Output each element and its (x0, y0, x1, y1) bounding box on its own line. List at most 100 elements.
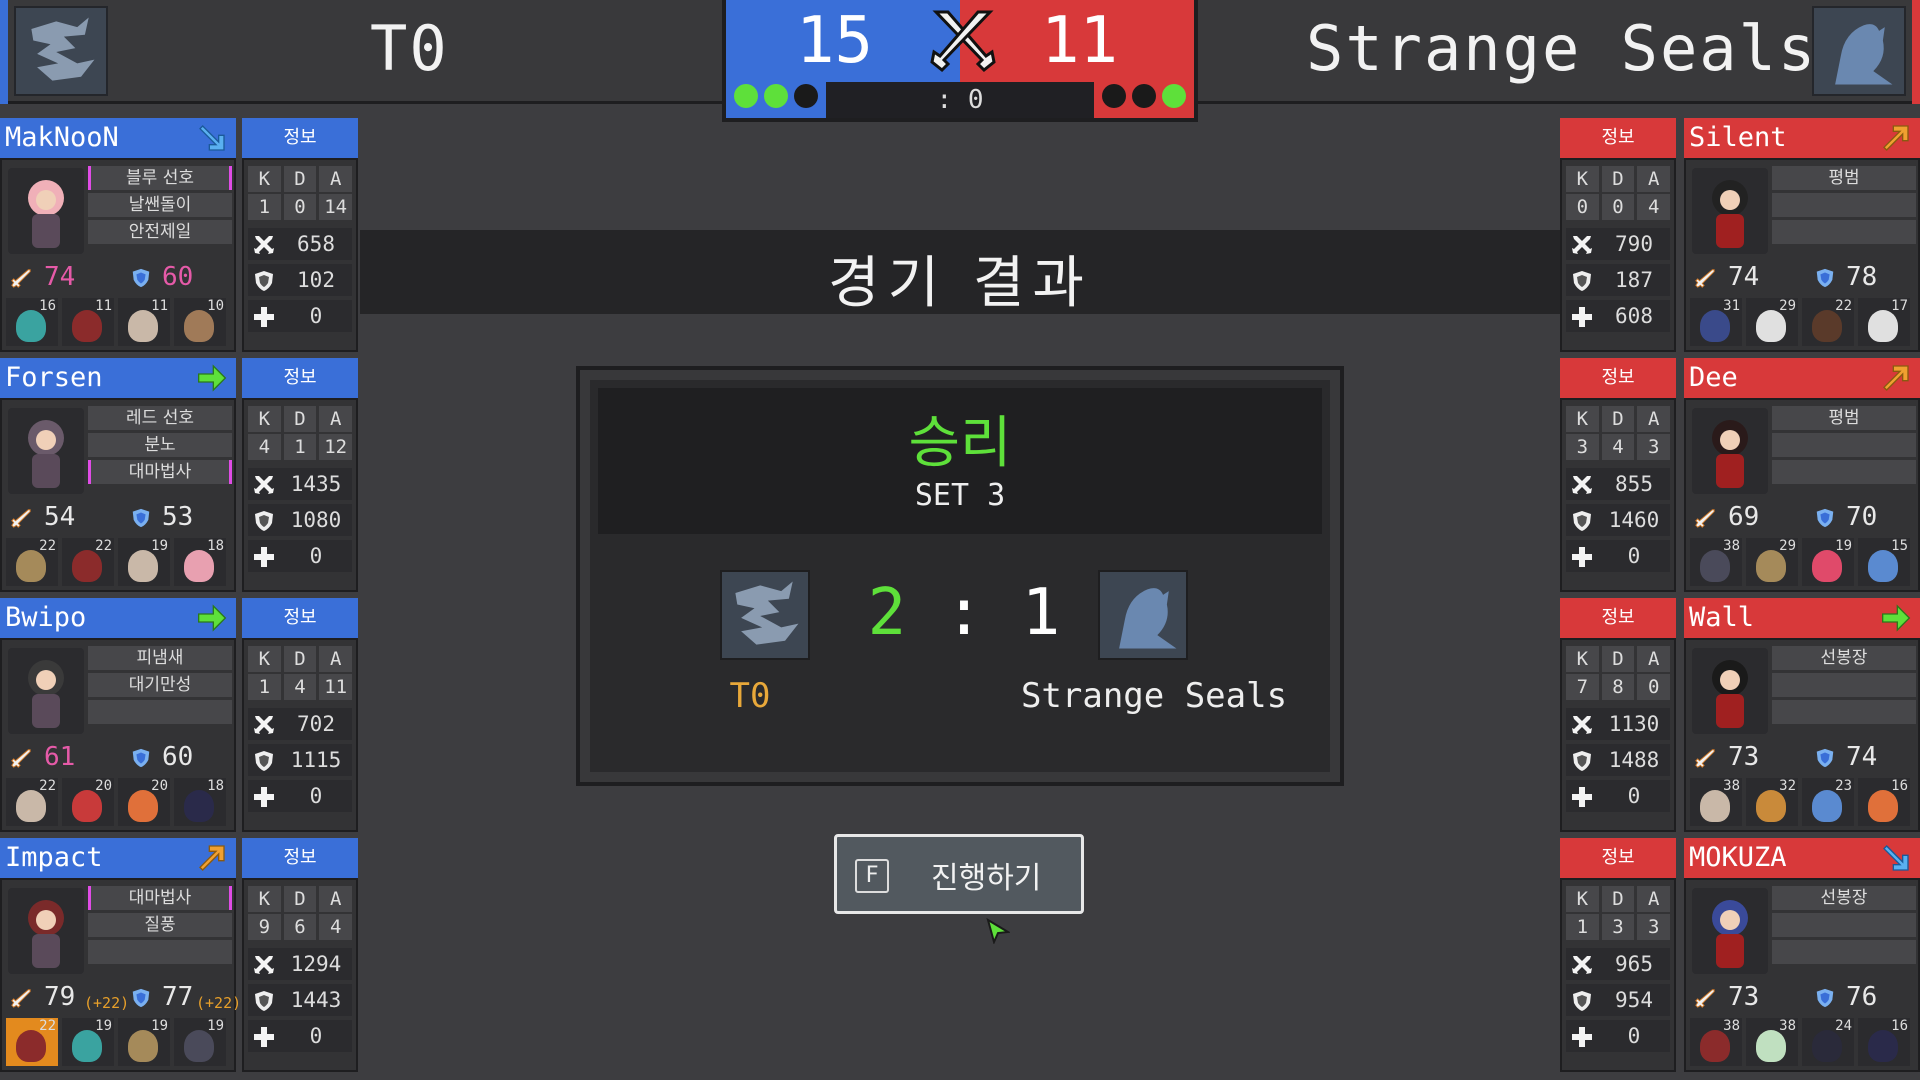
unit-slot[interactable]: 16 (1858, 1018, 1910, 1066)
attack-defense-row: 74 60 (6, 262, 232, 294)
info-button[interactable]: 정보 (1560, 838, 1676, 878)
unit-slot[interactable]: 18 (174, 778, 226, 826)
kda-values: 343 (1566, 434, 1671, 460)
unit-slot[interactable]: 22 (6, 1018, 58, 1066)
unit-level: 31 (1723, 298, 1740, 314)
defense-value: 76 (1846, 982, 1878, 1012)
unit-slot[interactable]: 22 (62, 538, 114, 586)
unit-slot[interactable]: 24 (1802, 1018, 1854, 1066)
plus-icon (1572, 787, 1592, 807)
heal-row: 0 (248, 780, 352, 812)
kda-header-a: A (319, 166, 353, 192)
unit-slot[interactable]: 15 (1858, 538, 1910, 586)
unit-slot[interactable]: 18 (174, 538, 226, 586)
unit-slot[interactable]: 16 (6, 298, 58, 346)
unit-slot[interactable]: 20 (118, 778, 170, 826)
unit-level: 38 (1723, 1018, 1740, 1034)
plus-icon (254, 1027, 274, 1047)
deaths-value: 4 (283, 674, 317, 700)
unit-level: 38 (1723, 778, 1740, 794)
red-team-result-logo-icon (1098, 570, 1188, 660)
kda-header-k: K (1566, 886, 1599, 912)
kda-header-d: D (1601, 406, 1635, 432)
player-card-dee: Dee 정보 평범 69 70 38 29 19 15 K D A 3 4 3 855 1460 0 (1560, 358, 1920, 592)
damage-taken-value: 1115 (290, 748, 342, 772)
info-button[interactable]: 정보 (1560, 598, 1676, 638)
unit-slot[interactable]: 19 (62, 1018, 114, 1066)
unit-slot[interactable]: 22 (6, 778, 58, 826)
unit-slot[interactable]: 19 (118, 1018, 170, 1066)
unit-slot[interactable]: 32 (1746, 778, 1798, 826)
unit-slot[interactable]: 19 (118, 538, 170, 586)
sword-icon (1572, 716, 1592, 734)
heal-row: 0 (1566, 540, 1670, 572)
info-button[interactable]: 정보 (242, 838, 358, 878)
character-sprite-icon (28, 180, 64, 248)
attack-value: 74 (44, 262, 76, 292)
trait-tag: 분노 (88, 433, 232, 457)
kda-header-d: D (1601, 646, 1635, 672)
assists-value: 3 (1637, 434, 1671, 460)
info-button[interactable]: 정보 (1560, 358, 1676, 398)
info-button[interactable]: 정보 (1560, 118, 1676, 158)
unit-slot[interactable]: 29 (1746, 298, 1798, 346)
unit-level: 16 (1891, 778, 1908, 794)
character-sprite-icon (1712, 180, 1748, 248)
unit-slot[interactable]: 31 (1690, 298, 1742, 346)
assists-value: 11 (319, 674, 353, 700)
unit-slot[interactable]: 20 (62, 778, 114, 826)
player-panel: 피냄새 대기만성 61 60 22 20 20 18 (0, 638, 236, 832)
unit-slot[interactable]: 10 (174, 298, 226, 346)
proceed-button[interactable]: F 진행하기 (834, 834, 1084, 914)
unit-slot[interactable]: 11 (118, 298, 170, 346)
damage-value: 965 (1615, 952, 1653, 976)
unit-slot[interactable]: 22 (1802, 298, 1854, 346)
trait-tag: 날쌘돌이 (88, 193, 232, 217)
defense-icon (1816, 748, 1834, 768)
set-won-dot (764, 84, 788, 108)
unit-slot[interactable]: 29 (1746, 538, 1798, 586)
trait-tag (1772, 460, 1916, 484)
unit-slot[interactable]: 17 (1858, 298, 1910, 346)
unit-slot[interactable]: 38 (1746, 1018, 1798, 1066)
defense-value: 74 (1846, 742, 1878, 772)
unit-sprite-icon (16, 310, 46, 342)
stats-panel: K D A 0 0 4 790 187 608 (1560, 158, 1676, 352)
damage-row: 790 (1566, 228, 1670, 260)
kda-header: KDA (1566, 406, 1671, 432)
result-title: 경기 결과 (828, 251, 1092, 316)
trait-tag: 질풍 (88, 913, 232, 937)
shield-icon (255, 991, 273, 1011)
player-panel: 평범 74 78 31 29 22 17 (1684, 158, 1920, 352)
defense-bonus: (+22) (196, 994, 242, 1012)
shield-icon (255, 271, 273, 291)
unit-slot[interactable]: 38 (1690, 778, 1742, 826)
unit-slot[interactable]: 38 (1690, 538, 1742, 586)
unit-slot[interactable]: 23 (1802, 778, 1854, 826)
info-button[interactable]: 정보 (242, 358, 358, 398)
unit-sprite-icon (1868, 310, 1898, 342)
unit-slot[interactable]: 16 (1858, 778, 1910, 826)
stats-panel: K D A 3 4 3 855 1460 0 (1560, 398, 1676, 592)
trait-tag: 선봉장 (1772, 646, 1916, 670)
attack-icon (1695, 509, 1715, 528)
defense-icon (1816, 268, 1834, 288)
kda-header-a: A (1637, 166, 1671, 192)
unit-slot[interactable]: 11 (62, 298, 114, 346)
unit-slot[interactable]: 38 (1690, 1018, 1742, 1066)
blue-team-result-name: T0 (729, 676, 771, 716)
unit-slot[interactable]: 19 (1802, 538, 1854, 586)
role-arrow-up-right-icon (1883, 365, 1909, 391)
trait-tags: 선봉장 (1772, 646, 1916, 727)
unit-sprite-icon (16, 1030, 46, 1062)
info-button[interactable]: 정보 (242, 598, 358, 638)
info-button[interactable]: 정보 (242, 118, 358, 158)
kda-header-k: K (248, 646, 281, 672)
blue-set-wins: 2 (867, 576, 907, 650)
kda-header-d: D (283, 166, 317, 192)
trait-tag: 평범 (1772, 166, 1916, 190)
unit-slot[interactable]: 22 (6, 538, 58, 586)
unit-slot[interactable]: 19 (174, 1018, 226, 1066)
player-panel: 레드 선호 분노 대마법사 54 53 22 22 19 18 (0, 398, 236, 592)
unit-sprite-icon (1756, 790, 1786, 822)
